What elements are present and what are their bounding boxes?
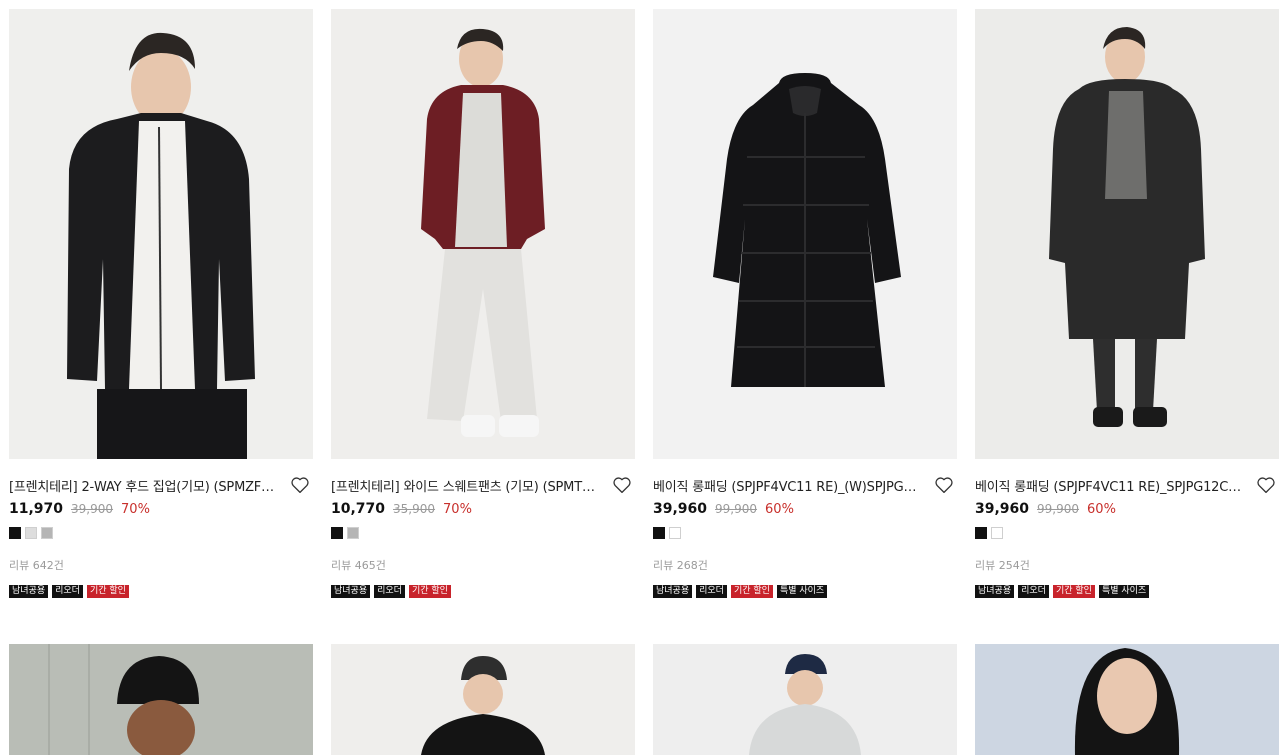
product-card[interactable]: [프렌치테리] 2-WAY 후드 집업(기모) (SPMZF4TC01) 11,… [9,9,313,598]
model-light-padding-image [749,654,861,755]
product-image[interactable] [975,9,1279,459]
product-card[interactable]: 베이직 롱패딩 (SPJPF4VC11 RE)_SPJPG12C51 39,96… [975,9,1279,598]
review-count: 리뷰 254건 [975,559,1030,572]
color-swatch-black[interactable] [975,527,987,539]
product-title[interactable]: 베이직 롱패딩 (SPJPF4VC11 RE)_SPJPG12C51 [975,476,1255,495]
color-swatch-black[interactable] [331,527,343,539]
tag-reorder: 리오더 [1018,585,1049,598]
color-swatch-gray[interactable] [347,527,359,539]
product-title[interactable]: [프렌치테리] 2-WAY 후드 집업(기모) (SPMZF4TC01) [9,476,289,495]
sale-price: 39,960 [975,501,1030,517]
heart-outline-icon[interactable] [289,475,311,495]
model-puffer-image [421,656,545,755]
model-long-padding-image [1049,27,1205,427]
review-count: 리뷰 465건 [331,559,386,572]
tag-list: 남녀공용 리오더 기간 할인 특별 사이즈 [653,585,957,598]
color-swatch-white[interactable] [669,527,681,539]
tag-special-size: 특별 사이즈 [776,585,828,598]
discount-rate: 70% [121,502,150,517]
product-image[interactable] [331,644,635,755]
color-swatch-gray[interactable] [41,527,53,539]
tag-list: 남녀공용 리오더 기간 할인 [331,585,635,598]
model-puffer-pants-image [421,28,545,437]
tag-unisex: 남녀공용 [331,585,371,598]
product-title[interactable]: 베이직 롱패딩 (SPJPF4VC11 RE)_(W)SPJPG12C51 [653,476,933,495]
model-hoodie-image [67,32,255,459]
product-card[interactable]: [프렌치테리] 와이드 스웨트팬츠 (기모) (SPMTF4TC01) 10,7… [331,9,635,598]
price-row: 39,960 99,900 60% [975,501,1279,521]
model-woman-image [1074,648,1180,755]
color-swatch-black[interactable] [653,527,665,539]
tag-list: 남녀공용 리오더 기간 할인 특별 사이즈 [975,585,1279,598]
color-swatches [331,527,635,539]
heart-outline-icon[interactable] [1255,475,1277,495]
tag-limited-sale: 기간 할인 [86,585,129,598]
price-row: 11,970 39,900 70% [9,501,313,521]
original-price: 39,900 [71,502,114,516]
tag-unisex: 남녀공용 [9,585,49,598]
tag-unisex: 남녀공용 [975,585,1015,598]
product-image[interactable] [975,644,1279,755]
product-title[interactable]: [프렌치테리] 와이드 스웨트팬츠 (기모) (SPMTF4TC01) [331,476,611,495]
long-padding-flat-image [713,73,901,387]
color-swatch-white[interactable] [991,527,1003,539]
original-price: 99,900 [715,502,758,516]
model-beanie-image [9,644,313,755]
color-swatch-black[interactable] [9,527,21,539]
original-price: 35,900 [393,502,436,516]
tag-reorder: 리오더 [696,585,727,598]
tag-limited-sale: 기간 할인 [408,585,451,598]
discount-rate: 70% [443,502,472,517]
product-image[interactable] [9,9,313,459]
tag-reorder: 리오더 [52,585,83,598]
price-row: 10,770 35,900 70% [331,501,635,521]
sale-price: 10,770 [331,501,386,517]
color-swatches [9,527,313,539]
product-image[interactable] [653,9,957,459]
tag-reorder: 리오더 [374,585,405,598]
tag-limited-sale: 기간 할인 [1052,585,1095,598]
review-count: 리뷰 642건 [9,559,64,572]
price-row: 39,960 99,900 60% [653,501,957,521]
color-swatch-light-gray[interactable] [25,527,37,539]
tag-list: 남녀공용 리오더 기간 할인 [9,585,313,598]
color-swatches [653,527,957,539]
discount-rate: 60% [765,502,794,517]
product-grid: [프렌치테리] 2-WAY 후드 집업(기모) (SPMZF4TC01) 11,… [9,9,1279,598]
color-swatches [975,527,1279,539]
sale-price: 39,960 [653,501,708,517]
original-price: 99,900 [1037,502,1080,516]
product-grid-row-2 [9,644,1279,755]
sale-price: 11,970 [9,501,64,517]
tag-unisex: 남녀공용 [653,585,693,598]
product-image[interactable] [9,644,313,755]
discount-rate: 60% [1087,502,1116,517]
heart-outline-icon[interactable] [933,475,955,495]
product-image[interactable] [331,9,635,459]
product-image[interactable] [653,644,957,755]
heart-outline-icon[interactable] [611,475,633,495]
tag-limited-sale: 기간 할인 [730,585,773,598]
tag-special-size: 특별 사이즈 [1098,585,1150,598]
product-card[interactable]: 베이직 롱패딩 (SPJPF4VC11 RE)_(W)SPJPG12C51 39… [653,9,957,598]
review-count: 리뷰 268건 [653,559,708,572]
